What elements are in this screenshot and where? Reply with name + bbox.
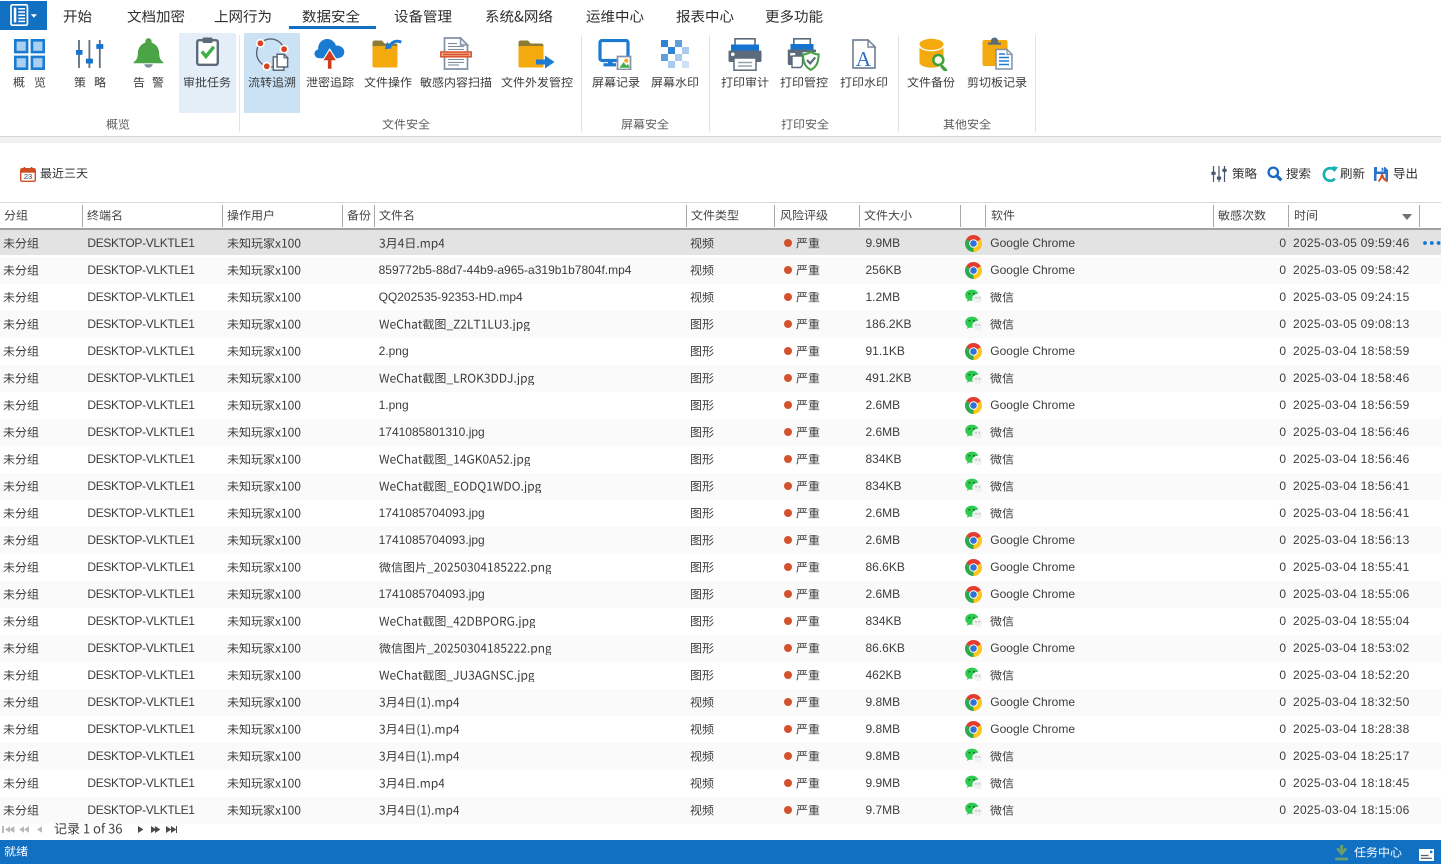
- svg-text:23: 23: [23, 172, 31, 181]
